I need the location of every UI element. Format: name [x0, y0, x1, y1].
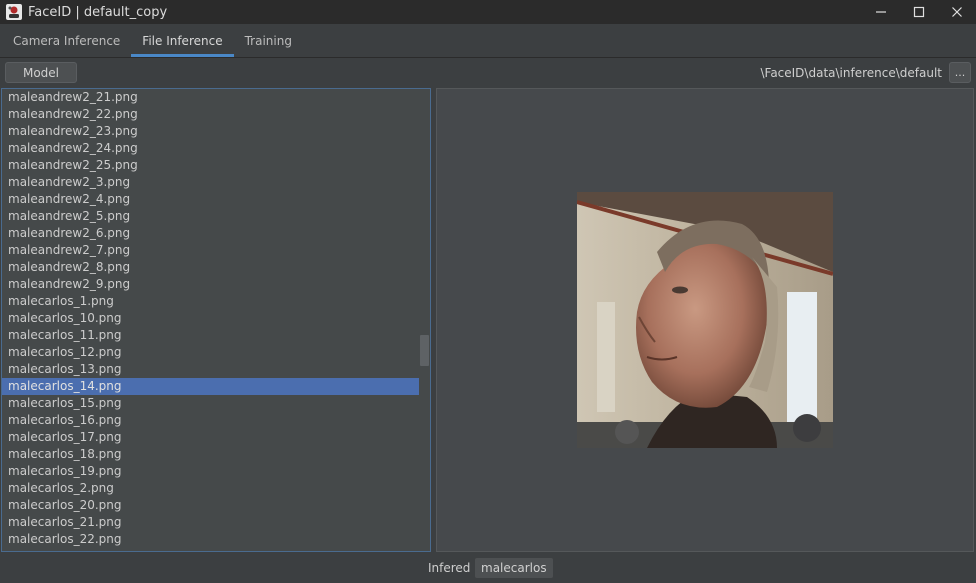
minimize-icon — [876, 11, 886, 13]
list-item[interactable]: malecarlos_14.png — [2, 378, 420, 395]
model-button[interactable]: Model — [5, 62, 77, 83]
list-item[interactable]: maleandrew2_21.png — [2, 89, 420, 106]
maximize-icon — [913, 6, 925, 18]
list-scrollbar-thumb[interactable] — [420, 335, 429, 366]
list-item[interactable]: maleandrew2_4.png — [2, 191, 420, 208]
status-bar: Infered malecarlos — [0, 553, 976, 583]
list-item[interactable]: maleandrew2_3.png — [2, 174, 420, 191]
minimize-button[interactable] — [862, 0, 900, 24]
list-item[interactable]: malecarlos_21.png — [2, 514, 420, 531]
close-icon — [952, 7, 962, 17]
list-item[interactable]: malecarlos_1.png — [2, 293, 420, 310]
list-item[interactable]: malecarlos_17.png — [2, 429, 420, 446]
face-preview-image — [577, 192, 833, 448]
list-item[interactable]: maleandrew2_23.png — [2, 123, 420, 140]
list-item[interactable]: malecarlos_20.png — [2, 497, 420, 514]
tab-file-inference[interactable]: File Inference — [131, 24, 234, 57]
list-item[interactable]: maleandrew2_7.png — [2, 242, 420, 259]
list-item[interactable]: malecarlos_16.png — [2, 412, 420, 429]
list-item[interactable]: malecarlos_10.png — [2, 310, 420, 327]
folder-path-label: \FaceID\data\inference\default — [760, 66, 942, 80]
list-item[interactable]: malecarlos_11.png — [2, 327, 420, 344]
list-item[interactable]: malecarlos_18.png — [2, 446, 420, 463]
list-item[interactable]: maleandrew2_25.png — [2, 157, 420, 174]
list-item[interactable]: malecarlos_12.png — [2, 344, 420, 361]
tab-training[interactable]: Training — [234, 24, 303, 57]
list-item[interactable]: maleandrew2_24.png — [2, 140, 420, 157]
list-scrollbar[interactable] — [419, 89, 430, 551]
maximize-button[interactable] — [900, 0, 938, 24]
file-list[interactable]: maleandrew2_21.png maleandrew2_22.png male… — [1, 88, 431, 552]
list-item[interactable]: malecarlos_2.png — [2, 480, 420, 497]
window-title: FaceID | default_copy — [28, 4, 168, 20]
close-button[interactable] — [938, 0, 976, 24]
list-item[interactable]: maleandrew2_5.png — [2, 208, 420, 225]
tab-camera-inference[interactable]: Camera Inference — [2, 24, 131, 57]
list-item[interactable]: malecarlos_13.png — [2, 361, 420, 378]
list-item[interactable]: malecarlos_15.png — [2, 395, 420, 412]
file-list-items: maleandrew2_21.png maleandrew2_22.png male… — [2, 89, 420, 548]
faceid-app-icon — [6, 4, 22, 20]
title-bar[interactable]: FaceID | default_copy — [0, 0, 976, 24]
list-item[interactable]: maleandrew2_8.png — [2, 259, 420, 276]
browse-folder-button[interactable]: ... — [949, 62, 971, 83]
list-item[interactable]: maleandrew2_22.png — [2, 106, 420, 123]
list-item[interactable]: malecarlos_22.png — [2, 531, 420, 548]
list-item[interactable]: maleandrew2_6.png — [2, 225, 420, 242]
list-item[interactable]: maleandrew2_9.png — [2, 276, 420, 293]
image-preview-panel — [436, 88, 974, 552]
inferred-result: malecarlos — [475, 558, 553, 578]
inferred-label: Infered — [428, 561, 471, 575]
list-item[interactable]: malecarlos_19.png — [2, 463, 420, 480]
tab-bar: Camera Inference File Inference Training — [0, 24, 976, 58]
toolbar: Model \FaceID\data\inference\default ... — [0, 58, 976, 88]
